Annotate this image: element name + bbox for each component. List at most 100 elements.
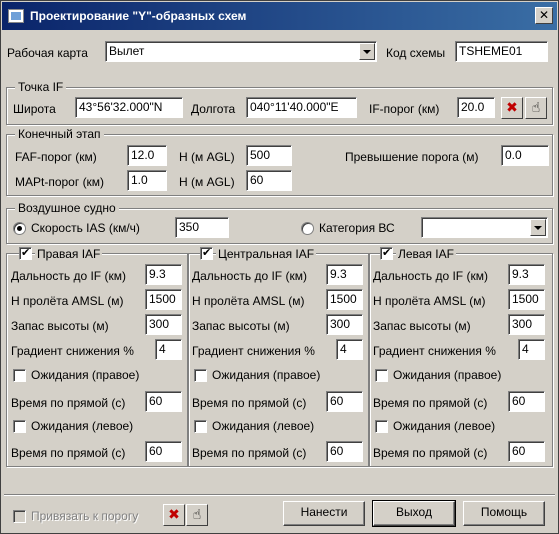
iaf-left-grad-input[interactable]: 4 xyxy=(518,339,545,360)
iaf-right-dist-label: Дальность до IF (км) xyxy=(11,269,126,283)
iaf-left-hold-right-checkbox[interactable] xyxy=(375,369,388,382)
delete-button[interactable]: ✖ xyxy=(501,97,523,119)
lat-input[interactable]: 43°56'32.000"N xyxy=(75,97,183,118)
app-icon xyxy=(8,9,24,23)
bottom-pick-button[interactable]: ☝ xyxy=(186,504,208,526)
iaf-left-checkbox[interactable] xyxy=(380,246,393,260)
red-x-icon: ✖ xyxy=(506,99,518,115)
excess-label: Превышение порога (м) xyxy=(345,150,479,164)
code-label: Код схемы xyxy=(386,46,446,60)
iaf-center-h-input[interactable]: 1500 xyxy=(326,289,363,310)
iaf-left-dist-label: Дальность до IF (км) xyxy=(373,269,488,283)
iaf-center-reserve-label: Запас высоты (м) xyxy=(192,319,290,333)
iaf-left-grad-label: Градиент снижения % xyxy=(373,344,496,358)
iaf-right-group xyxy=(6,253,188,467)
excess-input[interactable]: 0.0 xyxy=(501,145,549,166)
exit-button[interactable]: Выход xyxy=(372,500,456,527)
iaf-left-title: Левая IAF xyxy=(396,247,456,261)
iaf-right-hold-left-label: Ожидания (левое) xyxy=(31,419,134,433)
iaf-center-group xyxy=(188,253,369,467)
iaf-right-checkbox[interactable] xyxy=(19,246,32,260)
iaf-left-dist-input[interactable]: 9.3 xyxy=(508,264,545,285)
if-point-legend: Точка IF xyxy=(15,80,67,94)
lat-label: Широта xyxy=(13,102,56,116)
map-select-value: Вылет xyxy=(109,44,145,58)
iaf-right-hold-right-checkbox[interactable] xyxy=(13,369,26,382)
iaf-right-h-input[interactable]: 1500 xyxy=(145,289,182,310)
faf-label: FAF-порог (км) xyxy=(15,150,97,164)
iaf-left-reserve-input[interactable]: 300 xyxy=(508,314,545,335)
category-select[interactable] xyxy=(421,217,548,238)
close-button[interactable]: ✕ xyxy=(535,7,553,24)
iaf-left-group xyxy=(369,253,553,467)
bottom-delete-button[interactable]: ✖ xyxy=(163,504,185,526)
iaf-right-grad-label: Градиент снижения % xyxy=(11,344,134,358)
iaf-left-hold-right-label: Ожидания (правое) xyxy=(393,368,502,382)
red-x-icon: ✖ xyxy=(168,506,180,522)
iaf-left-time1-input[interactable]: 60 xyxy=(508,391,545,412)
chevron-down-icon[interactable] xyxy=(530,219,546,236)
iaf-center-dist-label: Дальность до IF (км) xyxy=(192,269,307,283)
map-label: Рабочая карта xyxy=(7,46,88,60)
mapt-h-label: H (м AGL) xyxy=(179,175,235,189)
iaf-left-h-label: Н пролёта AMSL (м) xyxy=(373,294,486,308)
iaf-right-time2-input[interactable]: 60 xyxy=(145,441,182,462)
map-select[interactable]: Вылет xyxy=(105,41,377,62)
iaf-right-grad-input[interactable]: 4 xyxy=(155,339,182,360)
speed-label: Скорость IAS (км/ч) xyxy=(31,221,140,235)
faf-h-input[interactable]: 500 xyxy=(246,145,292,166)
iaf-left-h-input[interactable]: 1500 xyxy=(508,289,545,310)
iaf-center-time2-label: Время по прямой (с) xyxy=(192,446,307,460)
iaf-right-h-label: Н пролёта AMSL (м) xyxy=(11,294,124,308)
code-input[interactable]: TSHEME01 xyxy=(455,41,548,62)
iaf-center-h-label: Н пролёта AMSL (м) xyxy=(192,294,305,308)
iaf-center-time1-input[interactable]: 60 xyxy=(326,391,363,412)
bind-threshold-label: Привязать к порогу xyxy=(31,509,139,523)
lon-label: Долгота xyxy=(191,102,236,116)
speed-radio[interactable] xyxy=(13,222,26,235)
iaf-left-reserve-label: Запас высоты (м) xyxy=(373,319,471,333)
iaf-left-time2-input[interactable]: 60 xyxy=(508,441,545,462)
speed-input[interactable]: 350 xyxy=(175,217,229,238)
iaf-right-hold-left-checkbox[interactable] xyxy=(13,420,26,433)
mapt-label: MAPt-порог (км) xyxy=(15,175,105,189)
iaf-center-hold-right-label: Ожидания (правое) xyxy=(212,368,321,382)
if-threshold-label: IF-порог (км) xyxy=(369,102,440,116)
chevron-down-icon[interactable] xyxy=(359,43,375,60)
iaf-right-time2-label: Время по прямой (с) xyxy=(11,446,126,460)
iaf-right-dist-input[interactable]: 9.3 xyxy=(145,264,182,285)
iaf-center-hold-left-checkbox[interactable] xyxy=(194,420,207,433)
dialog-window: Проектирование "Y"-образных схем ✕ Рабоч… xyxy=(0,0,559,534)
final-stage-legend: Конечный этап xyxy=(15,127,104,141)
aircraft-legend: Воздушное судно xyxy=(15,201,119,215)
mapt-input[interactable]: 1.0 xyxy=(127,170,167,191)
hand-pointer-icon: ☝ xyxy=(531,99,541,115)
iaf-center-grad-input[interactable]: 4 xyxy=(336,339,363,360)
iaf-center-title: Центральная IAF xyxy=(216,247,317,261)
iaf-right-time1-label: Время по прямой (с) xyxy=(11,396,126,410)
pick-point-button[interactable]: ☝ xyxy=(525,97,547,119)
iaf-left-hold-left-checkbox[interactable] xyxy=(375,420,388,433)
iaf-center-time2-input[interactable]: 60 xyxy=(326,441,363,462)
help-button[interactable]: Помощь xyxy=(463,501,545,526)
category-radio[interactable] xyxy=(301,222,314,235)
iaf-center-checkbox[interactable] xyxy=(200,246,213,260)
iaf-left-time2-label: Время по прямой (с) xyxy=(373,446,488,460)
iaf-center-hold-right-checkbox[interactable] xyxy=(194,369,207,382)
apply-button[interactable]: Нанести xyxy=(283,501,365,526)
iaf-left-time1-label: Время по прямой (с) xyxy=(373,396,488,410)
lon-input[interactable]: 040°11'40.000"E xyxy=(246,97,357,118)
iaf-right-reserve-input[interactable]: 300 xyxy=(145,314,182,335)
title-bar: Проектирование "Y"-образных схем ✕ xyxy=(2,2,557,30)
iaf-right-hold-right-label: Ожидания (правое) xyxy=(31,368,140,382)
if-threshold-input[interactable]: 20.0 xyxy=(457,97,495,118)
hand-pointer-icon: ☝ xyxy=(192,506,202,522)
iaf-center-reserve-input[interactable]: 300 xyxy=(326,314,363,335)
iaf-left-hold-left-label: Ожидания (левое) xyxy=(393,419,496,433)
faf-input[interactable]: 12.0 xyxy=(127,145,167,166)
bind-threshold-checkbox[interactable] xyxy=(13,510,26,523)
iaf-center-dist-input[interactable]: 9.3 xyxy=(326,264,363,285)
iaf-right-time1-input[interactable]: 60 xyxy=(145,391,182,412)
iaf-right-reserve-label: Запас высоты (м) xyxy=(11,319,109,333)
mapt-h-input[interactable]: 60 xyxy=(246,170,292,191)
